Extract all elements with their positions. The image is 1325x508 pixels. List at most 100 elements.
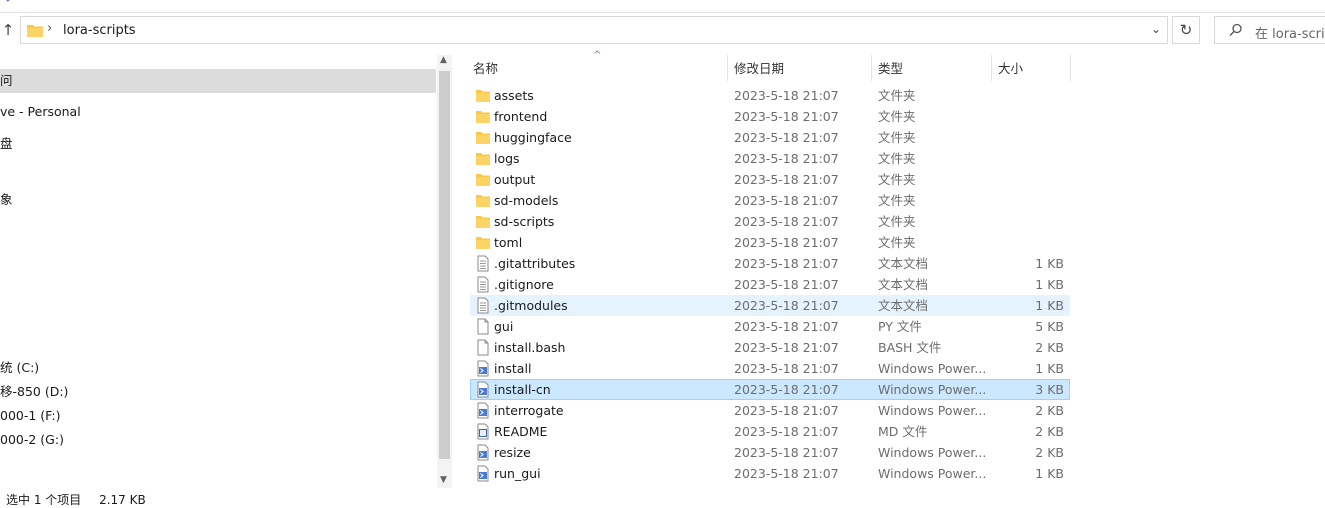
- window-top-strip: [0, 0, 1325, 13]
- text-document-icon: [475, 276, 491, 293]
- arrow-up-icon: ↑: [1, 21, 15, 39]
- breadcrumb-lora-scripts[interactable]: lora-scripts: [63, 23, 136, 38]
- file-name: toml: [494, 235, 523, 250]
- folder-icon: [475, 108, 491, 125]
- folder-icon: [475, 129, 491, 146]
- blank-file-icon: [475, 318, 491, 335]
- column-divider[interactable]: [871, 55, 872, 81]
- search-box[interactable]: 在 lora-scrip: [1214, 16, 1325, 44]
- file-date: 2023-5-18 21:07: [734, 88, 839, 103]
- file-type: 文本文档: [878, 277, 929, 292]
- file-date: 2023-5-18 21:07: [734, 130, 839, 145]
- powershell-file-icon: [475, 402, 491, 419]
- up-button[interactable]: ↑: [0, 18, 16, 42]
- folder-icon: [475, 213, 491, 230]
- file-name: .gitmodules: [494, 298, 568, 313]
- file-date: 2023-5-18 21:07: [734, 193, 839, 208]
- file-row[interactable]: output 2023-5-18 21:07 文件夹: [470, 169, 1070, 190]
- nav-scrollbar[interactable]: ▲ ▼: [437, 55, 452, 488]
- file-row[interactable]: README 2023-5-18 21:07 MD 文件 2 KB: [470, 421, 1070, 442]
- file-type: Windows Power...: [878, 466, 987, 481]
- search-icon: [1229, 23, 1242, 36]
- file-row[interactable]: sd-models 2023-5-18 21:07 文件夹: [470, 190, 1070, 211]
- file-row[interactable]: sd-scripts 2023-5-18 21:07 文件夹: [470, 211, 1070, 232]
- powershell-file-icon: [475, 360, 491, 377]
- scroll-up-icon[interactable]: ▲: [440, 55, 447, 65]
- chevron-down-icon[interactable]: ⌄: [1151, 22, 1161, 36]
- markdown-file-icon: [475, 423, 491, 440]
- file-type: 文件夹: [878, 172, 916, 187]
- file-row[interactable]: .gitattributes 2023-5-18 21:07 文本文档 1 KB: [470, 253, 1070, 274]
- nav-item-drive-g[interactable]: 000-2 (G:): [0, 429, 64, 451]
- file-row[interactable]: huggingface 2023-5-18 21:07 文件夹: [470, 127, 1070, 148]
- file-size: 1 KB: [1035, 361, 1064, 376]
- file-type: PY 文件: [878, 319, 922, 334]
- file-row[interactable]: frontend 2023-5-18 21:07 文件夹: [470, 106, 1070, 127]
- file-name: output: [494, 172, 536, 187]
- nav-item-onedrive[interactable]: ve - Personal: [0, 101, 81, 123]
- nav-item-quick-access[interactable]: 问: [0, 70, 13, 92]
- file-date: 2023-5-18 21:07: [734, 424, 839, 439]
- file-type: 文件夹: [878, 88, 916, 103]
- search-placeholder: 在 lora-scrip: [1255, 27, 1325, 42]
- scrollbar-thumb[interactable]: [439, 71, 450, 459]
- scroll-down-icon[interactable]: ▼: [440, 475, 447, 485]
- file-date: 2023-5-18 21:07: [734, 361, 839, 376]
- file-date: 2023-5-18 21:07: [734, 445, 839, 460]
- address-bar[interactable]: › lora-scripts ⌄: [20, 16, 1168, 44]
- file-name: sd-models: [494, 193, 559, 208]
- nav-selected-highlight: [0, 69, 436, 93]
- file-row[interactable]: install 2023-5-18 21:07 Windows Power... 1 …: [470, 358, 1070, 379]
- file-row[interactable]: resize 2023-5-18 21:07 Windows Power... 2 K…: [470, 442, 1070, 463]
- folder-icon: [475, 171, 491, 188]
- file-date: 2023-5-18 21:07: [734, 235, 839, 250]
- column-divider[interactable]: [991, 55, 992, 81]
- file-name: gui: [494, 319, 514, 334]
- column-divider[interactable]: [1070, 55, 1071, 81]
- file-date: 2023-5-18 21:07: [734, 214, 839, 229]
- file-date: 2023-5-18 21:07: [734, 403, 839, 418]
- file-type: 文本文档: [878, 256, 929, 271]
- refresh-icon: ↻: [1179, 21, 1193, 39]
- column-header-name[interactable]: 名称: [473, 59, 498, 79]
- file-size: 1 KB: [1035, 466, 1064, 481]
- file-date: 2023-5-18 21:07: [734, 151, 839, 166]
- powershell-file-icon: [475, 444, 491, 461]
- file-row[interactable]: interrogate 2023-5-18 21:07 Windows Power.…: [470, 400, 1070, 421]
- file-list: assets 2023-5-18 21:07 文件夹 frontend 2023-5-1…: [470, 85, 1070, 484]
- file-name: .gitignore: [494, 277, 554, 292]
- refresh-button[interactable]: ↻: [1172, 16, 1200, 44]
- file-size: 1 KB: [1035, 298, 1064, 313]
- file-name: logs: [494, 151, 520, 166]
- nav-item-drive[interactable]: 盘: [0, 133, 13, 155]
- file-name: huggingface: [494, 130, 572, 145]
- file-type: 文本文档: [878, 298, 929, 313]
- back-arrow-icon[interactable]: [4, 0, 14, 6]
- file-size: 1 KB: [1035, 277, 1064, 292]
- file-name: frontend: [494, 109, 548, 124]
- breadcrumb-separator[interactable]: ›: [47, 21, 52, 36]
- file-row[interactable]: .gitignore 2023-5-18 21:07 文本文档 1 KB: [470, 274, 1070, 295]
- nav-item-objects[interactable]: 象: [0, 189, 13, 211]
- file-name: install-cn: [494, 382, 551, 397]
- nav-item-drive-c[interactable]: 统 (C:): [0, 357, 39, 379]
- column-header-type[interactable]: 类型: [878, 59, 903, 79]
- file-name: README: [494, 424, 548, 439]
- file-row[interactable]: run_gui 2023-5-18 21:07 Windows Power... 1 …: [470, 463, 1070, 484]
- file-size: 2 KB: [1035, 340, 1064, 355]
- column-header-date[interactable]: 修改日期: [734, 59, 784, 79]
- file-date: 2023-5-18 21:07: [734, 109, 839, 124]
- folder-icon: [27, 25, 43, 37]
- nav-item-drive-f[interactable]: 000-1 (F:): [0, 405, 60, 427]
- column-header-size[interactable]: 大小: [998, 59, 1023, 79]
- file-row[interactable]: install.bash 2023-5-18 21:07 BASH 文件 2 KB: [470, 337, 1070, 358]
- file-row[interactable]: .gitmodules 2023-5-18 21:07 文本文档 1 KB: [470, 295, 1070, 316]
- file-row[interactable]: logs 2023-5-18 21:07 文件夹: [470, 148, 1070, 169]
- file-row[interactable]: toml 2023-5-18 21:07 文件夹: [470, 232, 1070, 253]
- column-divider[interactable]: [727, 55, 728, 81]
- file-row[interactable]: assets 2023-5-18 21:07 文件夹: [470, 85, 1070, 106]
- file-name: assets: [494, 88, 534, 103]
- file-row[interactable]: install-cn 2023-5-18 21:07 Windows Power..…: [470, 379, 1070, 400]
- file-row[interactable]: gui 2023-5-18 21:07 PY 文件 5 KB: [470, 316, 1070, 337]
- nav-item-drive-d[interactable]: 移-850 (D:): [0, 381, 68, 403]
